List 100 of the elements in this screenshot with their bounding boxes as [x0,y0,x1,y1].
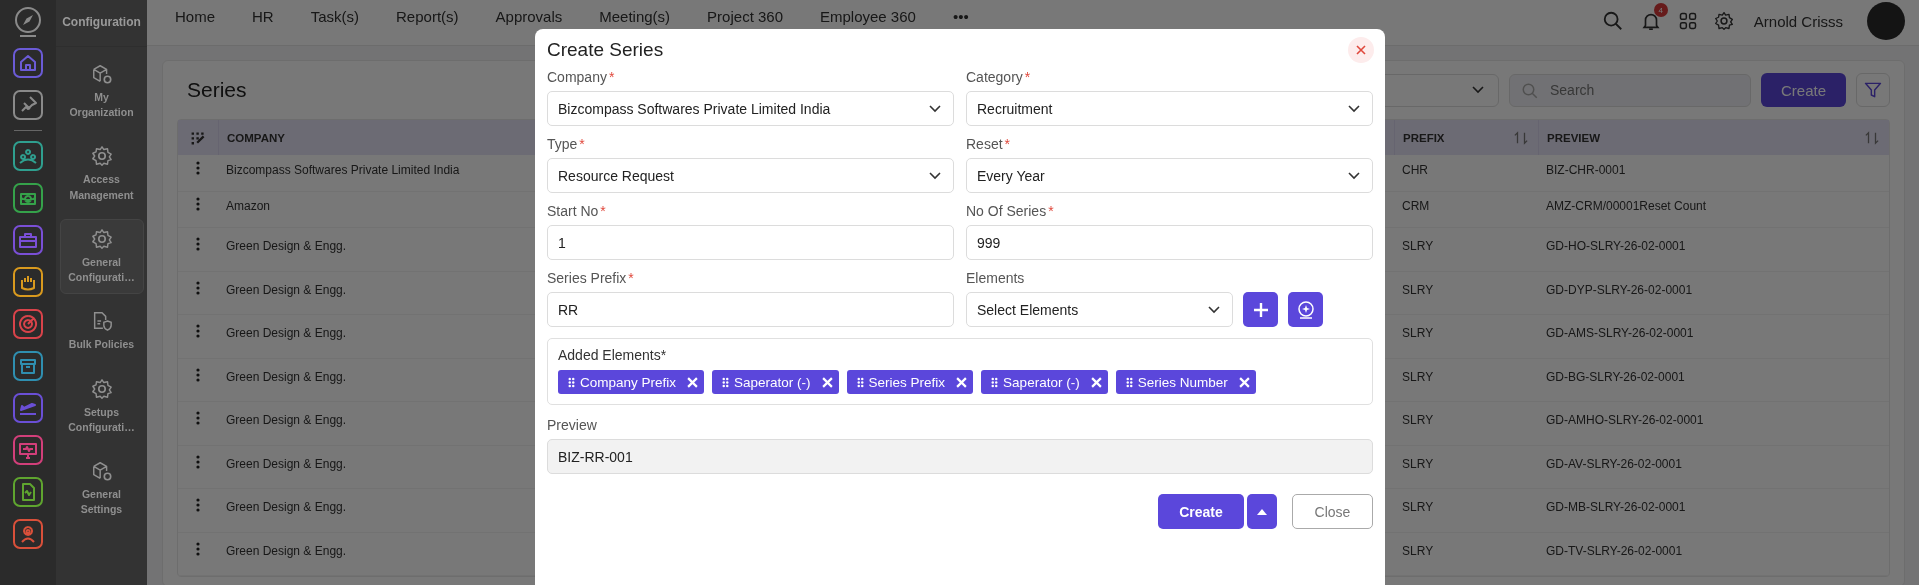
input-field[interactable]: 1 [547,225,954,260]
app-icon[interactable] [13,183,43,213]
nav-link[interactable]: ••• [952,8,969,25]
app-icon[interactable] [13,477,43,507]
remove-icon[interactable] [956,376,968,388]
user-name[interactable]: Arnold Crisss [1753,12,1843,30]
sidebar-item[interactable]: General Configurati… [59,218,144,295]
more-vertical-icon[interactable] [196,197,200,212]
create-button[interactable]: Create [1760,73,1846,107]
sidebar-item[interactable]: Setups Configurati… [59,368,144,444]
more-vertical-icon[interactable] [196,411,200,426]
element-chip[interactable]: Series Number [1115,370,1256,394]
nav-link[interactable]: Home [175,8,215,25]
app-icon[interactable] [13,309,43,339]
required-mark: * [579,136,585,152]
app-icon[interactable] [13,48,43,78]
nav-link[interactable]: Employee 360 [820,8,916,25]
dropdown-button[interactable] [1247,494,1277,529]
nav-link[interactable]: Project 360 [707,8,783,25]
required-mark: * [1024,69,1031,85]
table-cell: SLRY [1402,369,1434,384]
drag-handle-icon[interactable] [1125,376,1133,388]
field-label: Start No [547,203,599,219]
select-field[interactable]: Select Elements [966,292,1233,327]
table-cell: Bizcompass Softwares Private Limited India [226,162,460,177]
select-field[interactable]: Recruitment [966,91,1373,126]
nav-link[interactable]: Task(s) [310,8,360,25]
drag-handle-icon[interactable] [856,376,864,388]
element-chip[interactable]: Company Prefix [558,370,705,394]
column-header[interactable]: PREVIEW [1547,131,1601,144]
app-icon[interactable] [13,267,43,297]
field-label: Series Prefix [547,270,627,286]
filter-icon [1863,80,1883,100]
sidebar-item[interactable]: Access Management [59,136,144,212]
column-header[interactable]: COMPANY [227,131,285,144]
remove-icon[interactable] [1090,376,1102,388]
app-icon[interactable] [13,393,43,423]
remove-icon[interactable] [821,376,833,388]
nav-link[interactable]: Meeting(s) [599,8,671,25]
more-vertical-icon[interactable] [196,160,200,175]
more-vertical-icon[interactable] [196,541,200,556]
select-field[interactable]: Every Year [966,158,1373,193]
drag-handle-icon[interactable] [991,376,999,388]
more-vertical-icon[interactable] [196,454,200,469]
drag-handle-icon[interactable] [722,376,730,388]
chevron-down-icon [1348,171,1360,180]
element-chip[interactable]: Saperator (-) [981,370,1108,394]
required-mark: * [1048,203,1054,219]
filter-button[interactable] [1856,73,1890,107]
app-icon[interactable] [13,519,43,549]
more-vertical-icon[interactable] [196,324,200,339]
input-field[interactable]: RR [547,292,954,327]
field-label: No Of Series [966,203,1047,219]
compass-logo-icon[interactable] [13,6,43,38]
app-icon[interactable] [13,225,43,255]
drag-handle-icon[interactable] [568,376,575,388]
more-vertical-icon[interactable] [196,237,200,252]
element-chip[interactable]: Series Prefix [846,370,974,394]
element-chip[interactable]: Saperator (-) [712,370,839,394]
magic-button[interactable] [1288,292,1323,327]
remove-icon[interactable] [687,376,699,388]
create-button[interactable]: Create [1158,494,1244,529]
app-icon[interactable] [13,435,43,465]
nav-link[interactable]: HR [252,8,274,25]
settings-icon[interactable] [1713,11,1734,31]
chevron-down-icon [1471,86,1484,94]
add-button[interactable] [1243,292,1278,327]
table-cell: GD-HO-SLRY-26-02-0001 [1546,239,1686,254]
more-vertical-icon[interactable] [196,367,200,382]
cube-gear-icon [90,459,113,482]
close-button[interactable] [1348,37,1374,63]
input-field[interactable]: 999 [966,225,1373,260]
gear-icon [90,227,113,250]
nav-link[interactable]: Approvals [495,8,563,25]
more-vertical-icon[interactable] [196,498,200,513]
remove-icon[interactable] [1238,376,1250,388]
sort-icon[interactable] [1514,130,1528,145]
preview-field[interactable]: BIZ-RR-001 [547,439,1373,474]
select-field[interactable]: Resource Request [547,158,954,193]
search-icon[interactable] [1601,10,1624,32]
sparkle-globe-icon [1295,299,1316,320]
close-button[interactable]: Close [1292,494,1373,529]
table-cell: Green Design & Engg. [226,326,347,341]
sidebar-item[interactable]: Bulk Policies [59,301,144,362]
sidebar-item[interactable]: My Organization [59,54,144,130]
sidebar-item[interactable]: General Settings [59,450,144,527]
field-label: Category [966,69,1023,85]
sort-icon[interactable] [1865,130,1879,145]
avatar[interactable] [1867,2,1905,40]
close-icon [1356,45,1366,55]
app-icon[interactable] [13,141,43,171]
column-header[interactable]: PREFIX [1403,131,1445,144]
app-icon[interactable] [13,90,43,120]
grid-icon[interactable] [1677,11,1698,31]
more-vertical-icon[interactable] [196,280,200,295]
search-field[interactable]: Search [1508,73,1751,107]
column-settings-icon[interactable] [190,129,206,146]
select-field[interactable]: Bizcompass Softwares Private Limited India [547,91,954,126]
app-icon[interactable] [13,351,43,381]
nav-link[interactable]: Report(s) [396,8,459,25]
